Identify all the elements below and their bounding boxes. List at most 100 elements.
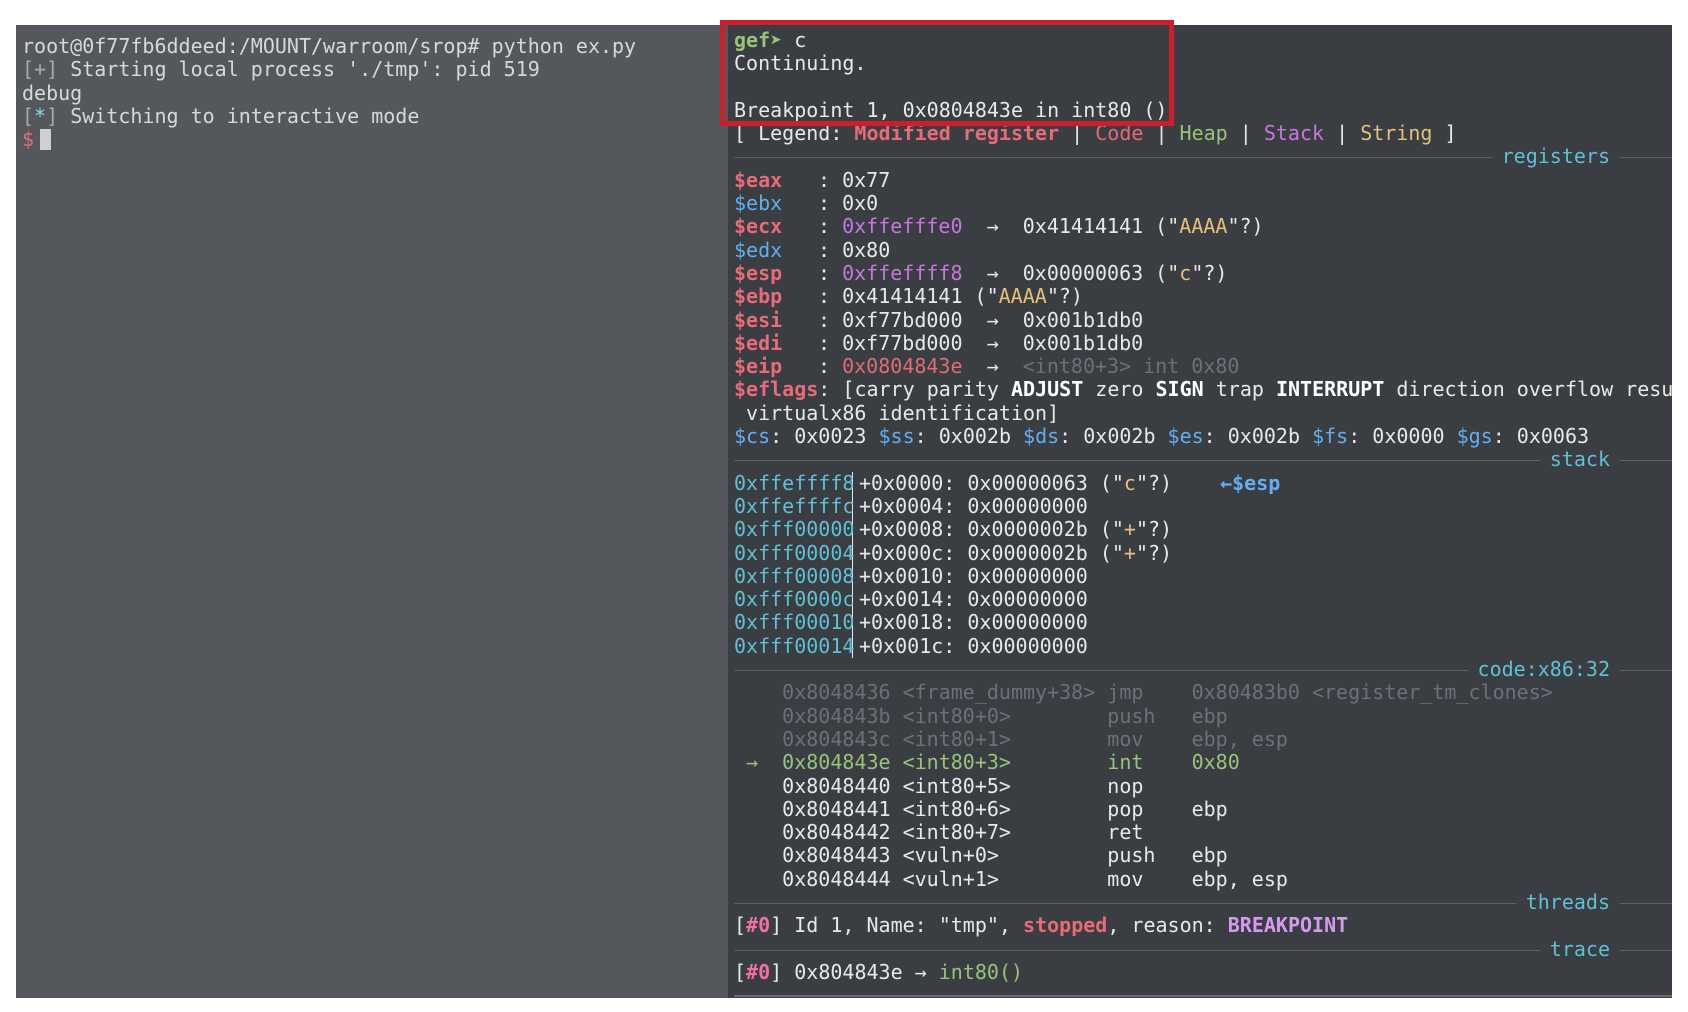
current-instruction-arrow-icon	[734, 867, 782, 891]
stack-offset: +0x0008:	[859, 517, 968, 542]
register-name: $ebx	[734, 191, 783, 216]
process-start-text: Starting local process './tmp': pid 519	[70, 57, 540, 82]
register-value: 0xffefffe0	[842, 214, 963, 239]
register-row: $esi: 0xf77bd000 → 0x001b1db0	[734, 307, 1144, 332]
instruction: 0x804843c <int80+1> mov ebp, esp	[782, 726, 1288, 751]
stack-address: 0xffeffff8	[734, 470, 855, 495]
stack-offset: +0x0004:	[859, 493, 968, 518]
register-name: $eip	[734, 354, 783, 379]
text-cursor[interactable]	[40, 129, 52, 151]
register-value: 0xffeffff8	[842, 260, 963, 285]
stack-offset: +0x0000:	[859, 470, 968, 495]
stack-section-header: stack	[734, 448, 1672, 472]
register-value: 0xf77bd000	[842, 330, 963, 355]
code-row: → 0x804843e <int80+3> int 0x80	[734, 751, 1672, 774]
segment-register-value: 0x0023	[794, 424, 867, 449]
interactive-prompt-line[interactable]: $	[22, 128, 728, 151]
code-section-header: code:x86:32	[734, 657, 1672, 682]
stack-string: c	[1123, 470, 1136, 495]
stack-row: 0xfff00010 +0x0018: 0x00000000	[734, 610, 1672, 635]
register-name: $edi	[734, 330, 783, 355]
segment-register-name: $gs	[1456, 424, 1493, 449]
register-deref: 0x001b1db0	[1022, 307, 1144, 332]
deref-arrow-icon: →	[962, 260, 1023, 285]
stack-value: 0x00000063	[967, 470, 1088, 495]
stack-address: 0xfff00014	[734, 633, 855, 659]
register-value: 0x0804843e	[842, 354, 963, 379]
stack-offset: +0x0014:	[859, 587, 968, 612]
stack-row: 0xfff00000 +0x0008: 0x0000002b ("+"?)	[734, 517, 1173, 542]
code-row: 0x804843b <int80+0> push ebp	[734, 704, 1672, 728]
gef-debugger-pane[interactable]: gef➤ c Continuing. Breakpoint 1, 0x08048…	[728, 25, 1672, 998]
current-instruction-arrow-icon	[734, 680, 782, 704]
stack-offset: +0x0010:	[859, 563, 968, 588]
segment-register-name: $ds	[1023, 424, 1060, 449]
eflags-value: [carry parity ADJUST zero SIGN trap INTE…	[842, 377, 1672, 402]
stack-address: 0xfff00004	[734, 540, 855, 565]
register-value: 0x41414141 ("	[842, 284, 999, 309]
thread-id: #0	[746, 913, 771, 938]
code-row: 0x8048443 <vuln+0> push ebp	[734, 844, 1672, 867]
eflags-value-cont: virtualx86 identification]	[746, 400, 1060, 425]
instruction: 0x8048440 <int80+5> nop	[782, 773, 1192, 798]
segment-register-value: 0x002b	[938, 424, 1011, 449]
eflag-set: ADJUST	[1011, 377, 1084, 402]
eflag-set: INTERRUPT	[1275, 377, 1385, 402]
deref-arrow-icon: →	[962, 330, 1023, 355]
stack-row: 0xffeffff8 +0x0000: 0x00000063 ("c"?) ←$es…	[734, 470, 1281, 495]
eflags-line-cont: virtualx86 identification]	[734, 400, 1672, 425]
register-name: $ebp	[734, 284, 783, 309]
stack-address: 0xfff00010	[734, 610, 855, 635]
segment-register-value: 0x0000	[1372, 424, 1445, 449]
shell-pane[interactable]: root@0f77fb6ddeed:/MOUNT/warroom/srop# p…	[16, 25, 728, 998]
stack-value: 0x00000000	[967, 610, 1088, 635]
eflags-name: $eflags	[734, 377, 819, 402]
register-value: 0xf77bd000	[842, 307, 963, 332]
register-value: 0x77	[842, 167, 891, 192]
stack-offset: +0x0018:	[859, 610, 968, 635]
instruction: 0x8048444 <vuln+1> mov ebp, esp	[782, 866, 1288, 891]
register-row: $edx: 0x80	[734, 237, 891, 262]
segment-registers-line: $cs: 0x0023 $ss: 0x002b $ds: 0x002b $es:…	[734, 424, 1590, 449]
stack-address: 0xfff00008	[734, 563, 855, 589]
registers-list: $eax: 0x77 $ebx: 0x0 $ecx: 0xffefffe0 → 0x…	[734, 167, 1672, 379]
eflags-line: $eflags: [carry parity ADJUST zero SIGN …	[734, 377, 1672, 402]
register-value: 0x0	[842, 191, 879, 216]
trace-id: #0	[746, 959, 771, 984]
stack-list: 0xffeffff8 +0x0000: 0x00000063 ("c"?) ←$es…	[734, 470, 1672, 659]
gef-command: c	[794, 28, 807, 52]
breakpoint-line: Breakpoint 1, 0x0804843e in int80 ()	[734, 97, 1168, 122]
shell-prompt: root@0f77fb6ddeed:/MOUNT/warroom/srop#	[22, 34, 480, 58]
register-row: $eax: 0x77	[734, 167, 891, 192]
current-instruction-arrow-icon	[734, 774, 782, 798]
register-row: $eip: 0x0804843e → <int80+3> int 0x80	[734, 354, 1240, 379]
register-deref: 0x41414141 ("	[1022, 214, 1180, 239]
stack-address: 0xffeffffc	[734, 493, 855, 519]
register-deref: <int80+3> int 0x80	[1022, 354, 1240, 379]
continuing-line: Continuing.	[734, 51, 867, 76]
stack-offset: +0x001c:	[859, 633, 968, 658]
debug-text: debug	[22, 80, 83, 105]
stack-row: 0xfff0000c +0x0014: 0x00000000	[734, 587, 1672, 612]
stack-address: 0xfff00000	[734, 517, 855, 542]
register-name: $ecx	[734, 214, 783, 239]
gef-command-line: gef➤ c	[734, 28, 1672, 52]
code-row: 0x8048444 <vuln+1> mov ebp, esp	[734, 866, 1672, 891]
current-instruction-arrow-icon: →	[734, 750, 783, 775]
register-deref-string: AAAA	[1179, 214, 1228, 239]
shell-output-line: [+] Starting local process './tmp': pid …	[22, 57, 540, 82]
segment-register-name: $ss	[878, 424, 915, 449]
trace-func: int80()	[938, 959, 1024, 984]
deref-arrow-icon: →	[962, 214, 1023, 239]
legend-heap: Heap	[1179, 121, 1228, 146]
register-row: $ecx: 0xffefffe0 → 0x41414141 ("AAAA"?)	[734, 214, 1264, 239]
code-row: 0x8048442 <int80+7> ret	[734, 820, 1672, 844]
stack-value: 0x00000000	[967, 587, 1088, 612]
stack-value: 0x00000000	[967, 633, 1088, 658]
legend-code: Code	[1095, 121, 1144, 146]
trace-addr: 0x804843e	[794, 959, 903, 984]
current-instruction-arrow-icon	[734, 727, 782, 751]
code-list: 0x8048436 <frame_dummy+38> jmp 0x80483b0…	[734, 681, 1672, 891]
segment-register-name: $cs	[734, 424, 771, 449]
stack-row: 0xfff00008 +0x0010: 0x00000000	[734, 563, 1672, 589]
